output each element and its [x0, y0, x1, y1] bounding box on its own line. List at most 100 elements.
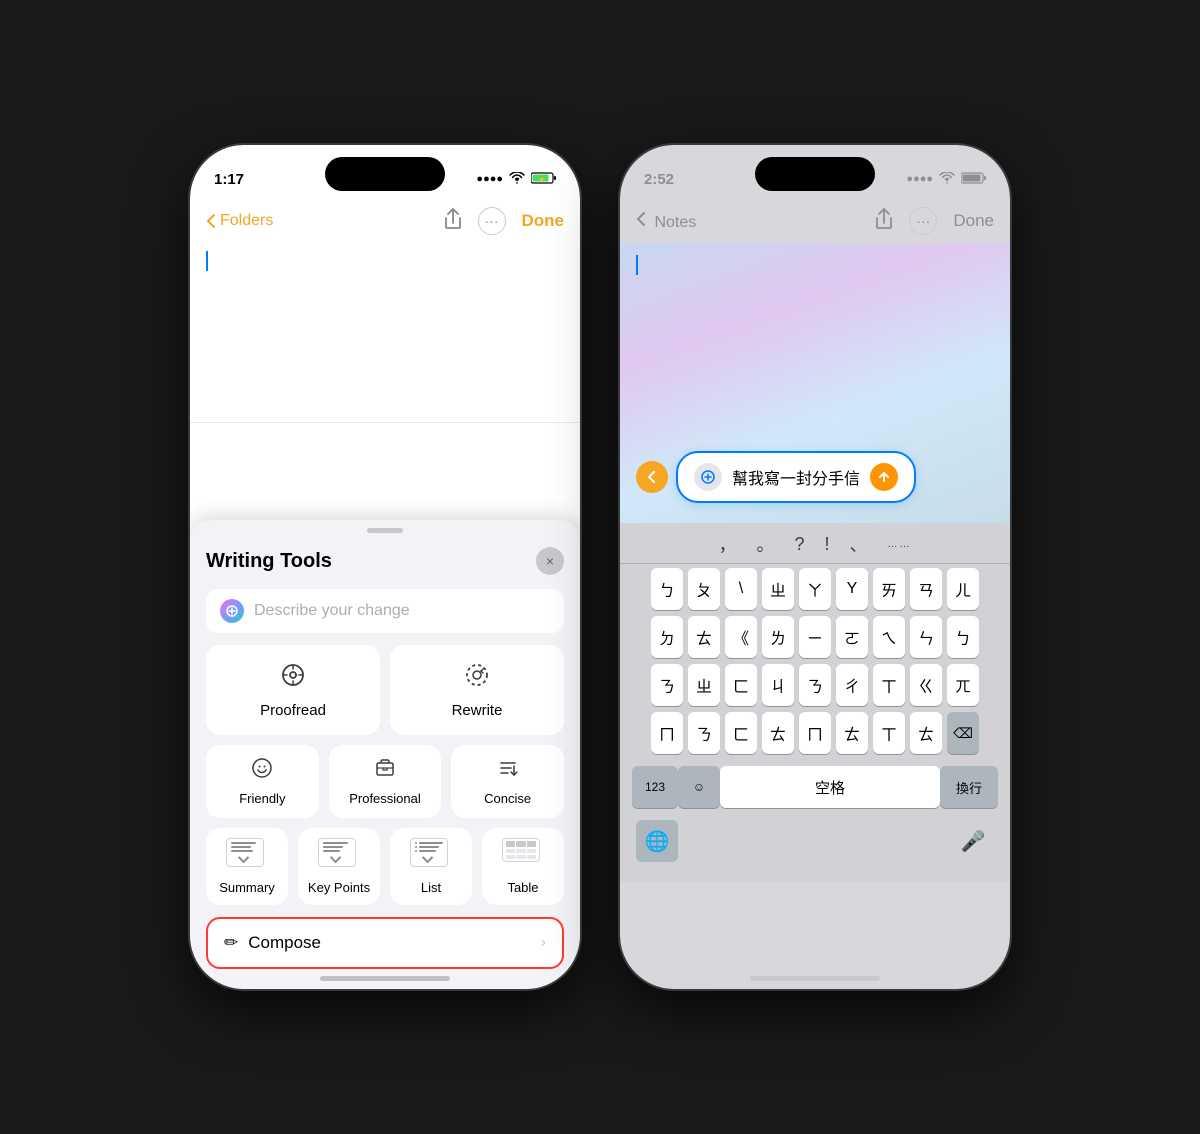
key-zhu4[interactable]: ㄓ — [762, 568, 794, 610]
table-button[interactable]: Table — [482, 828, 564, 905]
key-zhu2[interactable]: ㄆ — [688, 568, 720, 610]
rewrite-icon — [463, 661, 491, 696]
note-content-1[interactable] — [190, 243, 580, 423]
input-bar[interactable]: 幫我寫一封分手信 — [676, 451, 916, 503]
phone-1: 1:17 ●●●● — [190, 145, 580, 989]
key-zhu19[interactable]: ㄋ — [651, 664, 683, 706]
back-button-2[interactable]: Notes — [636, 211, 696, 232]
share-icon-1[interactable] — [444, 208, 462, 235]
key-zhu26[interactable]: ㄍ — [910, 664, 942, 706]
key-zhu12[interactable]: 《 — [725, 616, 757, 658]
kb-row-4: ㄇ ㄋ ㄈ ㄊ ㄇ ㄊ ㄒ ㄊ ⌫ — [626, 712, 1004, 754]
key-space[interactable]: 空格 — [720, 766, 940, 808]
key-points-icon — [318, 838, 360, 874]
key-zhu17[interactable]: ㄣ — [910, 616, 942, 658]
key-zhu22[interactable]: ㄐ — [762, 664, 794, 706]
punct-ellipsis[interactable]: …… — [888, 539, 912, 550]
input-send-button[interactable] — [870, 463, 898, 491]
key-zhu16[interactable]: ㄟ — [873, 616, 905, 658]
text-cursor-1 — [206, 251, 208, 271]
key-zhu32[interactable]: ㄇ — [799, 712, 831, 754]
key-zhu28[interactable]: ㄇ — [651, 712, 683, 754]
key-zhu1[interactable]: ㄅ — [651, 568, 683, 610]
more-icon-1[interactable]: ··· — [478, 207, 506, 235]
concise-button[interactable]: Concise — [451, 745, 564, 818]
punct-question[interactable]: ? — [794, 534, 804, 555]
concise-label: Concise — [484, 791, 531, 806]
search-bar[interactable]: Describe your change — [206, 589, 564, 633]
professional-icon — [374, 757, 396, 785]
search-placeholder: Describe your change — [254, 602, 410, 620]
done-button-2[interactable]: Done — [953, 211, 994, 231]
key-enter[interactable]: 換行 — [940, 766, 998, 808]
key-zhu5[interactable]: ㄚ — [799, 568, 831, 610]
key-zhu9[interactable]: ㄦ — [947, 568, 979, 610]
status-time-1: 1:17 — [214, 171, 244, 188]
key-points-button[interactable]: Key Points — [298, 828, 380, 905]
key-zhu33[interactable]: ㄊ — [836, 712, 868, 754]
input-back-button[interactable] — [636, 461, 668, 493]
key-zhu10[interactable]: ㄉ — [651, 616, 683, 658]
tools-grid-small: Friendly Professional — [206, 745, 564, 818]
share-icon-2[interactable] — [875, 208, 893, 235]
rewrite-label: Rewrite — [452, 702, 503, 719]
compose-button[interactable]: ✏ Compose › — [206, 917, 564, 969]
back-button-1[interactable]: Folders — [206, 212, 273, 230]
key-123[interactable]: 123 — [632, 766, 678, 808]
punct-pause[interactable]: 、 — [850, 531, 868, 557]
key-zhu14[interactable]: ㄧ — [799, 616, 831, 658]
punct-exclaim[interactable]: ! — [825, 534, 830, 555]
globe-button[interactable]: 🌐 — [636, 820, 678, 862]
mic-button[interactable]: 🎤 — [952, 820, 994, 862]
back-label-1: Folders — [220, 212, 273, 230]
done-button-1[interactable]: Done — [522, 211, 565, 231]
punct-period[interactable]: 。 — [756, 531, 774, 557]
key-zhu15[interactable]: ㄛ — [836, 616, 868, 658]
key-zhu13[interactable]: ㄌ — [762, 616, 794, 658]
key-zhu31[interactable]: ㄊ — [762, 712, 794, 754]
signal-icon-2: ●●●● — [906, 173, 933, 185]
key-zhu27[interactable]: ㄫ — [947, 664, 979, 706]
key-zhu3[interactable]: \ — [725, 568, 757, 610]
key-zhu35[interactable]: ㄊ — [910, 712, 942, 754]
key-zhu18[interactable]: ㄅ — [947, 616, 979, 658]
home-indicator-2 — [750, 976, 880, 981]
concise-icon — [497, 757, 519, 785]
key-zhu25[interactable]: ㄒ — [873, 664, 905, 706]
key-zhu29[interactable]: ㄋ — [688, 712, 720, 754]
proofread-label: Proofread — [260, 702, 326, 719]
sheet-handle — [367, 528, 403, 533]
key-zhu30[interactable]: ㄈ — [725, 712, 757, 754]
kb-row-3: ㄋ ㄓ ㄈ ㄐ ㄋ ㄔ ㄒ ㄍ ㄫ — [626, 664, 1004, 706]
battery-icon-2 — [961, 172, 986, 187]
key-zhu8[interactable]: ㄢ — [910, 568, 942, 610]
dynamic-island-1 — [325, 157, 445, 191]
input-add-button[interactable] — [694, 463, 722, 491]
key-zhu7[interactable]: ㄞ — [873, 568, 905, 610]
key-zhu6[interactable]: Y — [836, 568, 868, 610]
compose-icon: ✏ — [224, 933, 238, 953]
more-icon-2[interactable]: ··· — [909, 207, 937, 235]
input-bar-container: 幫我寫一封分手信 — [636, 451, 994, 503]
key-zhu24[interactable]: ㄔ — [836, 664, 868, 706]
professional-button[interactable]: Professional — [329, 745, 442, 818]
key-zhu23[interactable]: ㄋ — [799, 664, 831, 706]
punct-comma[interactable]: ， — [718, 531, 736, 557]
list-button[interactable]: List — [390, 828, 472, 905]
key-zhu11[interactable]: ㄊ — [688, 616, 720, 658]
close-button[interactable]: × — [536, 547, 564, 575]
key-backspace[interactable]: ⌫ — [947, 712, 979, 754]
back-label-2: Notes — [654, 214, 696, 231]
key-zhu21[interactable]: ㄈ — [725, 664, 757, 706]
professional-label: Professional — [349, 791, 421, 806]
rewrite-button[interactable]: Rewrite — [390, 645, 564, 735]
wifi-icon-2 — [939, 172, 955, 187]
key-zhu20[interactable]: ㄓ — [688, 664, 720, 706]
summary-icon — [226, 838, 268, 874]
proofread-button[interactable]: Proofread — [206, 645, 380, 735]
key-emoji[interactable]: ☺ — [678, 766, 720, 808]
key-zhu34[interactable]: ㄒ — [873, 712, 905, 754]
friendly-button[interactable]: Friendly — [206, 745, 319, 818]
kb-row-2: ㄉ ㄊ 《 ㄌ ㄧ ㄛ ㄟ ㄣ ㄅ — [626, 616, 1004, 658]
summary-button[interactable]: Summary — [206, 828, 288, 905]
